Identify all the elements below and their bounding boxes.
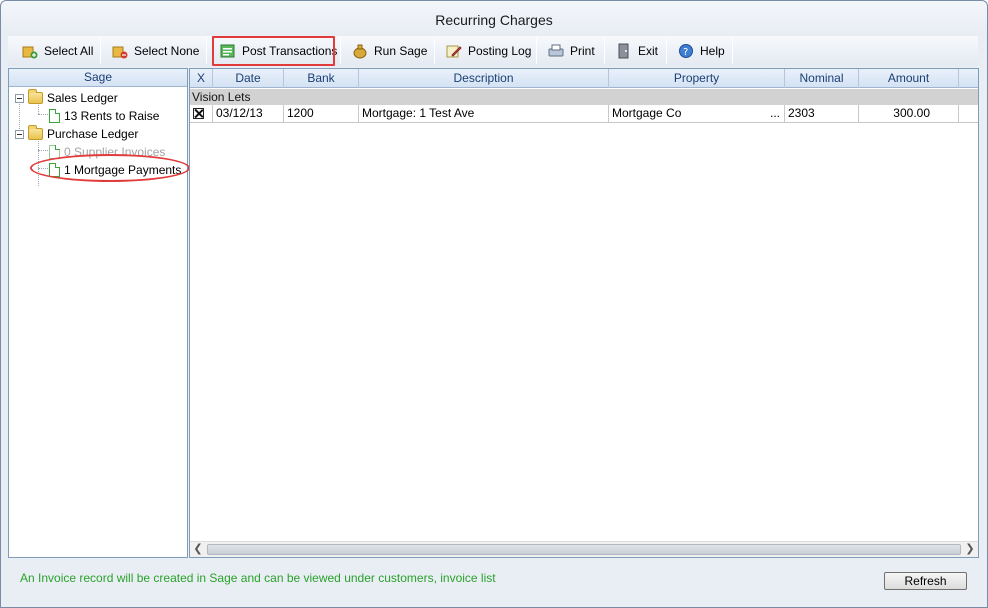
money-bag-icon [352,43,368,59]
tree-line [38,168,48,169]
window-title: Recurring Charges [1,1,987,35]
purchase-ledger-label: Purchase Ledger [47,127,139,141]
tree-node-supplier-invoices[interactable]: 0 Supplier Invoices [49,143,165,161]
property-lookup-ellipsis[interactable]: ... [770,105,780,122]
help-icon: ? [678,43,694,59]
column-header-bank[interactable]: Bank [284,69,359,88]
row-checkbox[interactable] [193,108,204,119]
folder-icon [28,125,43,140]
posting-log-label: Posting Log [468,44,532,58]
nominal-cell[interactable]: 2303 [785,105,859,123]
posting-log-button[interactable]: Posting Log [440,37,537,65]
ledger-tree: Sales Ledger 13 Rents to Raise Purchase … [9,87,187,557]
toolbar-separator [732,38,733,64]
collapse-toggle[interactable] [15,129,24,139]
help-label: Help [700,44,725,58]
tree-node-sales-ledger[interactable]: Sales Ledger [15,89,118,107]
tree-node-mortgage-payments[interactable]: 1 Mortgage Payments [49,161,181,179]
select-none-button[interactable]: Select None [106,37,205,65]
property-value: Mortgage Co [612,106,682,120]
exit-button[interactable]: Exit [610,37,664,65]
run-sage-button[interactable]: Run Sage [346,37,433,65]
column-header-date[interactable]: Date [213,69,284,88]
tree-node-purchase-ledger[interactable]: Purchase Ledger [15,125,138,143]
bank-cell[interactable]: 1200 [284,105,359,123]
toolbar-separator [100,38,101,64]
grid-header: X Date Bank Description Property Nominal… [190,69,978,88]
toolbar-separator [536,38,537,64]
column-header-description[interactable]: Description [359,69,609,88]
select-none-icon [112,43,128,59]
supplier-invoices-label: 0 Supplier Invoices [64,145,166,159]
status-message: An Invoice record will be created in Sag… [20,571,496,585]
column-header-nominal[interactable]: Nominal [785,69,859,88]
help-button[interactable]: ? Help [672,37,731,65]
column-header-property[interactable]: Property [609,69,785,88]
run-sage-label: Run Sage [374,44,428,58]
transactions-grid: X Date Bank Description Property Nominal… [189,68,979,558]
date-cell[interactable]: 03/12/13 [213,105,284,123]
toolbar-separator [666,38,667,64]
post-transactions-icon [220,43,236,59]
document-icon [49,163,60,177]
table-row[interactable]: 03/12/13 1200 Mortgage: 1 Test Ave Mortg… [190,105,978,123]
column-header-amount[interactable]: Amount [859,69,959,88]
print-button[interactable]: Print [542,37,601,65]
sales-ledger-label: Sales Ledger [47,91,118,105]
select-all-label: Select All [44,44,94,58]
print-label: Print [570,44,595,58]
tree-node-rents-to-raise[interactable]: 13 Rents to Raise [49,107,159,125]
tree-line [38,141,39,186]
group-row-vision-lets[interactable]: Vision Lets [190,89,978,105]
folder-icon [28,89,43,104]
pencil-note-icon [446,43,462,59]
sage-tree-header: Sage [9,69,187,87]
scrollbar-thumb[interactable] [207,544,961,555]
tree-line [38,150,48,151]
scroll-left-icon[interactable]: ❮ [190,542,206,558]
amount-cell[interactable]: 300.00 [859,105,959,123]
toolbar-separator [434,38,435,64]
select-none-label: Select None [134,44,200,58]
door-exit-icon [616,43,632,59]
scroll-right-icon[interactable]: ❯ [962,542,978,558]
mortgage-payments-label: 1 Mortgage Payments [64,163,182,177]
svg-text:?: ? [683,47,688,58]
refresh-button[interactable]: Refresh [884,572,967,590]
column-header-x[interactable]: X [190,69,213,88]
select-all-button[interactable]: Select All [16,37,99,65]
toolbar-separator [340,38,341,64]
select-all-icon [22,43,38,59]
horizontal-scrollbar[interactable]: ❮ ❯ [190,541,978,557]
sage-tree-pane: Sage Sales Ledger 13 Rents to Raise Purc… [8,68,188,558]
rents-to-raise-label: 13 Rents to Raise [64,109,160,123]
toolbar-separator [604,38,605,64]
tree-line [38,114,48,115]
description-cell[interactable]: Mortgage: 1 Test Ave [359,105,609,123]
document-icon [49,145,60,159]
document-icon [49,109,60,123]
exit-label: Exit [638,44,659,58]
row-select-cell[interactable] [190,105,213,123]
collapse-toggle[interactable] [15,93,24,103]
post-transactions-label: Post Transactions [242,44,338,58]
post-transactions-button[interactable]: Post Transactions [214,37,343,65]
toolbar: Select All Select None Post Transactions… [8,36,978,66]
property-cell[interactable]: Mortgage Co ... [609,105,785,123]
toolbar-separator [206,38,207,64]
printer-icon [548,43,564,59]
